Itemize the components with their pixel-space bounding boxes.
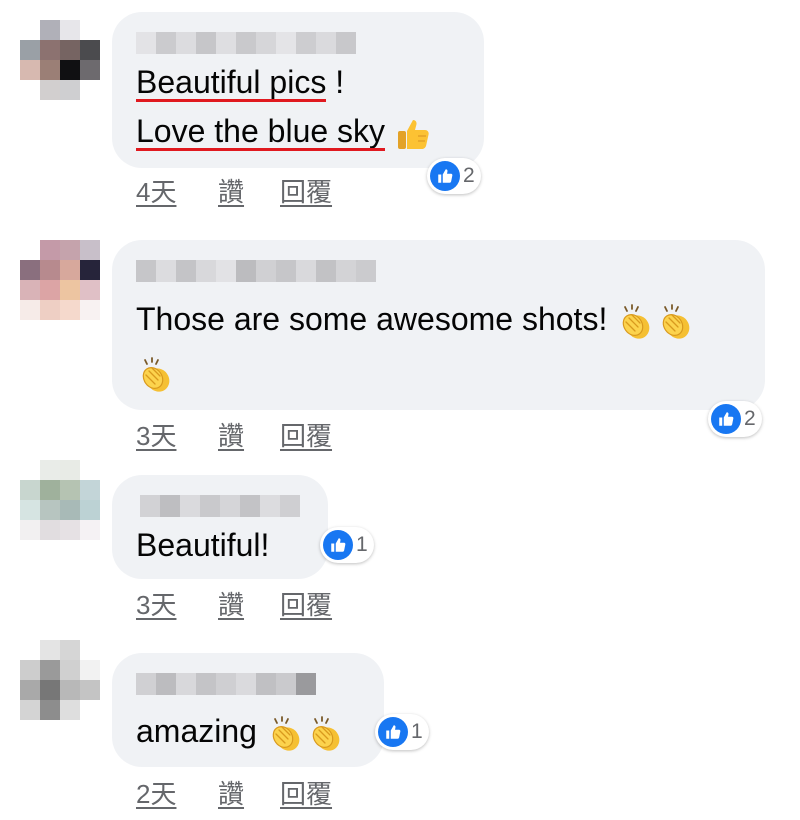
comment-actions: 4天 讚 回覆	[136, 172, 332, 209]
reaction-count: 2	[463, 164, 475, 187]
like-button[interactable]: 讚	[218, 416, 280, 453]
like-reaction-icon	[323, 530, 353, 560]
comment-text: Those are some awesome shots!	[136, 301, 617, 337]
comment-text-line-2: Love the blue sky	[136, 107, 434, 155]
like-button[interactable]: 讚	[218, 172, 280, 209]
highlighted-text: Beautiful pics	[136, 58, 327, 106]
author-name-blurred[interactable]	[136, 32, 356, 54]
comment-text-line-1: Beautiful!	[136, 521, 269, 569]
comment-actions: 2天 讚 回覆	[136, 774, 332, 811]
avatar[interactable]	[20, 240, 100, 320]
clapping-hands-icon	[656, 302, 696, 342]
comment-text-tail: !	[326, 64, 345, 100]
clapping-hands-icon	[616, 302, 656, 342]
author-name-blurred[interactable]	[136, 673, 316, 695]
clapping-hands-icon	[266, 714, 306, 754]
comment-text-line-2	[136, 348, 176, 396]
timestamp-link[interactable]: 3天	[136, 416, 218, 453]
avatar[interactable]	[20, 460, 100, 540]
like-reaction-icon	[430, 161, 460, 191]
reaction-summary[interactable]: 2	[427, 158, 481, 194]
like-reaction-icon	[378, 717, 408, 747]
comment-actions: 3天 讚 回覆	[136, 416, 332, 453]
reaction-count: 1	[411, 720, 423, 743]
comment-text-tail	[385, 113, 394, 149]
comment-text: Beautiful!	[136, 527, 270, 563]
comment-text-line-1: Beautiful pics !	[136, 58, 344, 106]
timestamp-link[interactable]: 2天	[136, 774, 218, 811]
author-name-blurred[interactable]	[140, 495, 300, 517]
reaction-summary[interactable]: 1	[375, 714, 429, 750]
reaction-count: 2	[744, 407, 756, 430]
reply-button[interactable]: 回覆	[280, 172, 332, 209]
comment-bubble: amazing	[112, 653, 384, 767]
like-button[interactable]: 讚	[218, 774, 280, 811]
reply-button[interactable]: 回覆	[280, 774, 332, 811]
reaction-summary[interactable]: 2	[708, 401, 762, 437]
comment-bubble: Beautiful pics ! Love the blue sky	[112, 12, 484, 168]
comment-text-line-1: Those are some awesome shots!	[136, 295, 696, 343]
author-name-blurred[interactable]	[136, 260, 376, 282]
avatar[interactable]	[20, 20, 100, 100]
timestamp-link[interactable]: 4天	[136, 172, 218, 209]
clapping-hands-icon	[136, 355, 176, 395]
timestamp-link[interactable]: 3天	[136, 585, 218, 622]
like-button[interactable]: 讚	[218, 585, 280, 622]
like-reaction-icon	[711, 404, 741, 434]
comment-text: amazing	[136, 713, 266, 749]
comment-actions: 3天 讚 回覆	[136, 585, 332, 622]
comment-bubble: Beautiful!	[112, 475, 328, 579]
reply-button[interactable]: 回覆	[280, 585, 332, 622]
reaction-count: 1	[356, 533, 368, 556]
avatar[interactable]	[20, 640, 100, 720]
comment-bubble: Those are some awesome shots!	[112, 240, 765, 410]
reaction-summary[interactable]: 1	[320, 527, 374, 563]
reply-button[interactable]: 回覆	[280, 416, 332, 453]
comment-text-line-1: amazing	[136, 707, 346, 755]
thumbs-up-icon	[394, 114, 434, 154]
clapping-hands-icon	[306, 714, 346, 754]
highlighted-text: Love the blue sky	[136, 107, 386, 155]
